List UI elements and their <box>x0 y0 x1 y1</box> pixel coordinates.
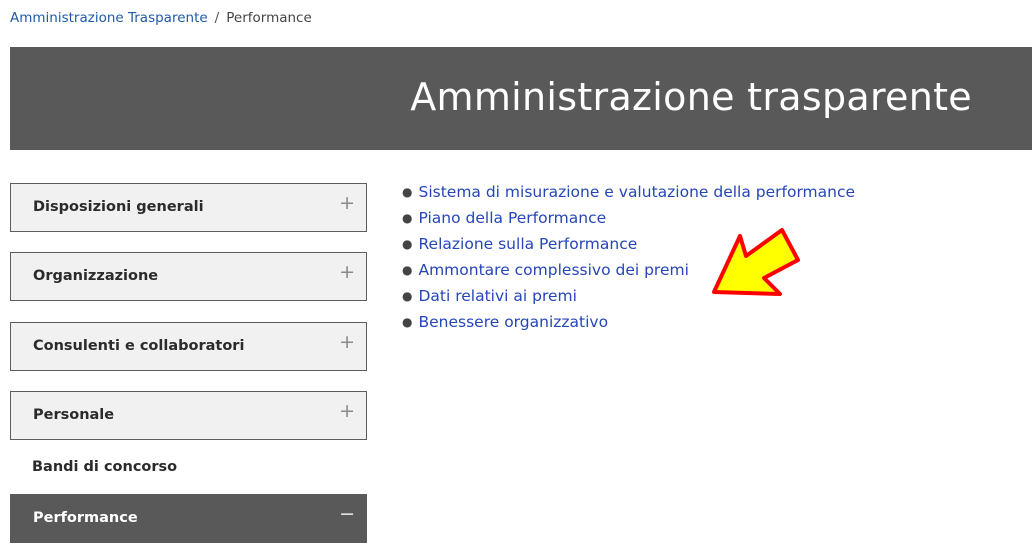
bullet-icon: ● <box>402 237 413 251</box>
bullet-icon: ● <box>402 315 413 329</box>
annotation-arrow-icon <box>712 228 800 296</box>
list-item: ● Sistema di misurazione e valutazione de… <box>402 181 855 207</box>
arrow-shape <box>712 228 800 296</box>
link-piano-performance[interactable]: Piano della Performance <box>418 209 606 227</box>
bullet-icon: ● <box>402 263 413 277</box>
page-header-banner: Amministrazione trasparente <box>10 47 1032 150</box>
expand-plus-icon[interactable]: + <box>339 194 355 213</box>
sidebar-item-label: Personale <box>33 407 115 423</box>
breadcrumb: Amministrazione Trasparente / Performance <box>10 10 312 26</box>
sidebar-item-consulenti-e-collaboratori[interactable]: Consulenti e collaboratori + <box>10 322 367 371</box>
sidebar-item-disposizioni-generali[interactable]: Disposizioni generali + <box>10 183 367 232</box>
sidebar-item-bandi-di-concorso[interactable]: Bandi di concorso <box>32 459 177 475</box>
breadcrumb-separator: / <box>214 10 220 26</box>
link-sistema-misurazione[interactable]: Sistema di misurazione e valutazione del… <box>418 183 855 201</box>
sidebar-item-label: Disposizioni generali <box>33 199 204 215</box>
sidebar-item-personale[interactable]: Personale + <box>10 391 367 440</box>
expand-plus-icon[interactable]: + <box>339 402 355 421</box>
link-relazione-performance[interactable]: Relazione sulla Performance <box>418 235 637 253</box>
expand-plus-icon[interactable]: + <box>339 333 355 352</box>
sidebar-item-organizzazione[interactable]: Organizzazione + <box>10 252 367 301</box>
bullet-icon: ● <box>402 289 413 303</box>
sidebar-item-label: Organizzazione <box>33 268 159 284</box>
expand-plus-icon[interactable]: + <box>339 263 355 282</box>
link-dati-premi[interactable]: Dati relativi ai premi <box>418 287 576 305</box>
sidebar-item-label: Performance <box>33 510 138 526</box>
page-title: Amministrazione trasparente <box>410 75 972 119</box>
link-ammontare-premi[interactable]: Ammontare complessivo dei premi <box>418 261 688 279</box>
bullet-icon: ● <box>402 185 413 199</box>
breadcrumb-current: Performance <box>226 10 312 26</box>
bullet-icon: ● <box>402 211 413 225</box>
sidebar-item-performance[interactable]: Performance − <box>10 494 367 543</box>
breadcrumb-parent-link[interactable]: Amministrazione Trasparente <box>10 10 208 26</box>
list-item: ● Benessere organizzativo <box>402 311 855 337</box>
link-benessere-organizzativo[interactable]: Benessere organizzativo <box>418 313 608 331</box>
sidebar-item-label: Consulenti e collaboratori <box>33 338 245 354</box>
collapse-minus-icon[interactable]: − <box>339 505 355 524</box>
